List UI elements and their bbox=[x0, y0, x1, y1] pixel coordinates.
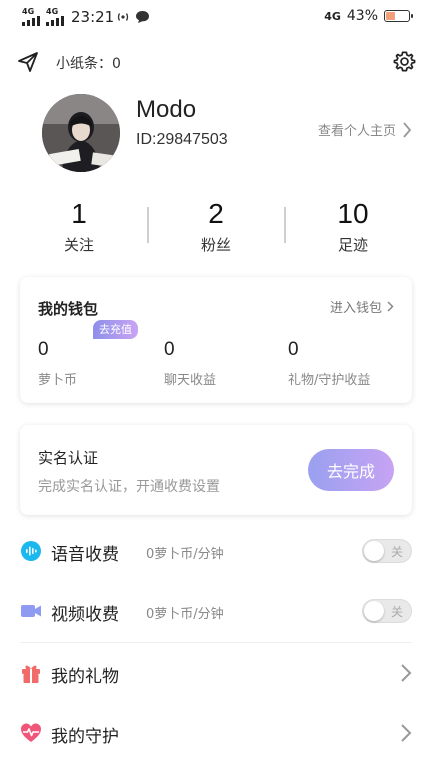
my-guard-label: 我的守护 bbox=[51, 727, 119, 747]
status-bar: 4G 4G 23:21 4G 43% bbox=[0, 0, 432, 34]
message-icon bbox=[136, 11, 149, 23]
real-name-title: 实名认证 bbox=[38, 449, 99, 467]
network-type: 4G bbox=[324, 9, 341, 23]
divider bbox=[147, 207, 149, 243]
chevron-right-icon bbox=[403, 121, 412, 138]
video-camera-icon bbox=[21, 605, 41, 617]
signal-icon: 4G bbox=[22, 8, 42, 28]
stat-footprints[interactable]: 10 足迹 bbox=[293, 198, 413, 255]
wallet-title: 我的钱包 bbox=[38, 300, 99, 318]
signal-icon-2: 4G bbox=[46, 8, 66, 28]
user-id: ID:29847503 bbox=[136, 131, 228, 148]
heart-pulse-icon bbox=[21, 723, 41, 742]
real-name-card: 实名认证 完成实名认证，开通收费设置 去完成 bbox=[20, 425, 412, 515]
stat-label: 粉丝 bbox=[200, 236, 231, 254]
nfc-icon bbox=[117, 13, 129, 21]
wallet-card[interactable]: 我的钱包 进入钱包 去充值 0 萝卜币 0 聊天收益 0 礼物/守护收益 bbox=[20, 277, 412, 403]
stat-label: 关注 bbox=[63, 236, 94, 254]
battery-percent: 43% bbox=[346, 8, 378, 24]
video-charge-label: 视频收费 bbox=[51, 605, 119, 625]
note-count[interactable]: 小纸条：0 bbox=[56, 53, 121, 73]
voice-charge-label: 语音收费 bbox=[51, 545, 119, 565]
status-time: 23:21 bbox=[71, 8, 115, 26]
stat-value: 2 bbox=[208, 198, 224, 229]
view-homepage-link[interactable]: 查看个人主页 bbox=[318, 120, 412, 139]
voice-charge-price: 0萝卜币/分钟 bbox=[146, 547, 224, 562]
my-guard-row[interactable]: 我的守护 bbox=[0, 703, 432, 763]
video-charge-row: 视频收费 0萝卜币/分钟 关 bbox=[0, 581, 432, 641]
wallet-label-gift: 礼物/守护收益 bbox=[288, 373, 371, 388]
wallet-value-gift: 0 bbox=[288, 339, 299, 360]
voice-charge-row: 语音收费 0萝卜币/分钟 关 bbox=[0, 521, 432, 581]
toggle-knob bbox=[364, 541, 384, 561]
my-gifts-label: 我的礼物 bbox=[51, 667, 119, 687]
toggle-knob bbox=[364, 601, 384, 621]
stat-value: 10 bbox=[337, 198, 369, 229]
chevron-right-icon bbox=[401, 724, 412, 742]
voice-charge-toggle[interactable]: 关 bbox=[362, 539, 412, 563]
view-homepage-label: 查看个人主页 bbox=[317, 124, 396, 139]
complete-verification-button[interactable]: 去完成 bbox=[308, 449, 394, 491]
avatar-photo bbox=[42, 94, 120, 172]
settings-gear-icon[interactable] bbox=[393, 50, 416, 73]
status-right: 4G 43% bbox=[324, 8, 413, 24]
video-charge-toggle[interactable]: 关 bbox=[362, 599, 412, 623]
user-name: Modo bbox=[136, 96, 197, 123]
avatar[interactable] bbox=[42, 94, 120, 172]
stat-label: 足迹 bbox=[337, 236, 368, 254]
enter-wallet-link[interactable]: 进入钱包 bbox=[330, 297, 394, 316]
wallet-value-coins: 0 bbox=[38, 339, 49, 360]
stat-following[interactable]: 1 关注 bbox=[19, 198, 139, 255]
voice-wave-icon bbox=[21, 541, 41, 561]
wallet-value-chat: 0 bbox=[164, 339, 175, 360]
enter-wallet-label: 进入钱包 bbox=[329, 301, 382, 316]
battery-icon bbox=[384, 10, 413, 22]
real-name-subtitle: 完成实名认证，开通收费设置 bbox=[38, 479, 220, 495]
chevron-right-icon bbox=[387, 301, 394, 312]
toggle-state: 关 bbox=[390, 545, 403, 559]
stat-value: 1 bbox=[71, 198, 87, 229]
divider bbox=[284, 207, 286, 243]
paper-plane-icon[interactable] bbox=[17, 51, 39, 73]
stat-fans[interactable]: 2 粉丝 bbox=[156, 198, 276, 255]
recharge-badge[interactable]: 去充值 bbox=[93, 320, 138, 339]
toggle-state: 关 bbox=[390, 605, 403, 619]
gift-icon bbox=[22, 665, 40, 683]
chevron-right-icon bbox=[401, 664, 412, 682]
wallet-label-chat: 聊天收益 bbox=[164, 373, 217, 388]
my-gifts-row[interactable]: 我的礼物 bbox=[0, 643, 432, 703]
video-charge-price: 0萝卜币/分钟 bbox=[146, 607, 224, 622]
wallet-label-coins: 萝卜币 bbox=[38, 373, 78, 388]
